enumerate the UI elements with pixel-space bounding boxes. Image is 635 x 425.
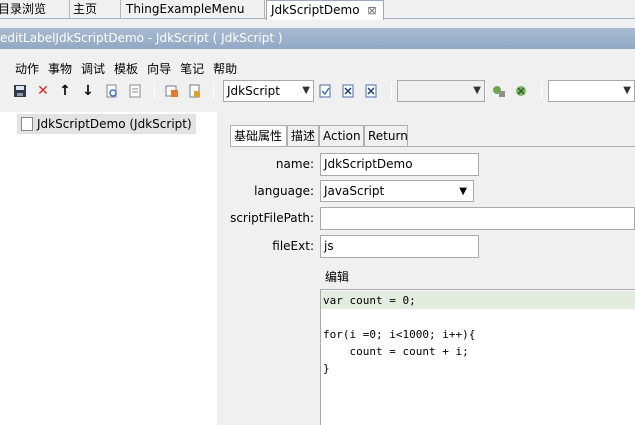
run-icon[interactable] [490, 82, 508, 100]
script-type-value: JdkScript [227, 84, 280, 98]
toolbar-separator [541, 82, 542, 100]
menu-item-wizard[interactable]: 向导 [147, 60, 171, 78]
file-ext-label: fileExt: [272, 239, 314, 253]
tab-description[interactable]: 描述 [287, 125, 319, 147]
tab-label: 主页 [73, 2, 98, 16]
tab-label: JdkScriptDemo [271, 3, 360, 17]
tab-return[interactable]: Return [364, 125, 408, 147]
file-ext-field[interactable]: js [320, 235, 479, 258]
app-window: 目录浏览 主页 ThingExampleMenu JdkScriptDemo ⊠… [0, 0, 635, 425]
toolbar-separator [391, 82, 392, 100]
delete-icon[interactable]: ✕ [34, 82, 52, 100]
menu-item-notes[interactable]: 笔记 [180, 60, 204, 78]
menu-item-action[interactable]: 动作 [15, 60, 39, 78]
tab-basic-properties[interactable]: 基础属性 [230, 125, 287, 147]
code-editor[interactable]: var count = 0; for(i =0; i<1000; i++){ c… [320, 289, 635, 425]
thing-tree: JdkScriptDemo (JdkScript) [0, 112, 217, 425]
tab-label: Return [368, 129, 408, 143]
toolbar: ✕ ↑ ↓ [0, 80, 635, 102]
toolbar-separator [154, 82, 155, 100]
tab-thing-example-menu[interactable]: ThingExampleMenu [122, 0, 265, 19]
close-tab-icon[interactable]: ⊠ [367, 4, 376, 17]
language-label: language: [254, 184, 314, 198]
window-title-bar: editLabelJdkScriptDemo - JdkScript ( Jdk… [0, 28, 635, 49]
secondary-select[interactable]: ▼ [397, 80, 485, 102]
tab-label: Action [323, 129, 361, 143]
name-value: JdkScriptDemo [324, 157, 413, 171]
tab-label: 目录浏览 [0, 2, 47, 16]
tab-label: 基础属性 [234, 129, 283, 143]
save-icon[interactable] [11, 82, 29, 100]
editor-tab-strip: 目录浏览 主页 ThingExampleMenu JdkScriptDemo ⊠ [0, 0, 635, 20]
tertiary-select[interactable]: ▼ [548, 80, 635, 102]
arrow-down-icon[interactable]: ↓ [79, 82, 97, 100]
lock-icon[interactable] [186, 82, 204, 100]
name-label: name: [275, 157, 314, 171]
code-line: } [323, 362, 330, 375]
chevron-down-icon: ▼ [473, 85, 481, 96]
tab-directory-browse[interactable]: 目录浏览 [0, 0, 70, 19]
document-icon[interactable] [126, 82, 144, 100]
chevron-down-icon: ▼ [459, 186, 467, 197]
tab-label: ThingExampleMenu [126, 2, 245, 16]
doc-edit-icon[interactable] [316, 82, 334, 100]
language-value: JavaScript [324, 184, 385, 198]
script-type-select[interactable]: JdkScript ▼ [223, 80, 314, 102]
language-select[interactable]: JavaScript ▼ [320, 180, 474, 202]
tab-panel-border [230, 146, 635, 147]
window-title: editLabelJdkScriptDemo - JdkScript ( Jdk… [0, 31, 283, 45]
file-ext-value: js [324, 239, 334, 253]
toolbar-separator [213, 82, 214, 100]
tab-label: 描述 [291, 129, 316, 143]
menu-item-help[interactable]: 帮助 [213, 60, 237, 78]
arrow-up-icon[interactable]: ↑ [56, 82, 74, 100]
chevron-down-icon: ▼ [302, 85, 310, 96]
tree-node-label: JdkScriptDemo (JdkScript) [37, 117, 192, 131]
code-line: var count = 0; [323, 294, 416, 307]
close-doc-icon[interactable] [339, 82, 357, 100]
menu-item-thing[interactable]: 事物 [48, 60, 72, 78]
menu-bar: 动作 事物 调试 模板 向导 笔记 帮助 [15, 60, 246, 78]
script-file-path-field[interactable] [320, 207, 635, 230]
toolbar-separator [485, 82, 486, 100]
code-line: count = count + i; [323, 345, 469, 358]
tab-action[interactable]: Action [319, 125, 364, 147]
editor-group-title: 编辑 [325, 270, 350, 284]
tree-node-jdkscriptdemo[interactable]: JdkScriptDemo (JdkScript) [17, 114, 196, 134]
menu-item-debug[interactable]: 调试 [81, 60, 105, 78]
search-doc-icon[interactable] [103, 82, 121, 100]
menu-item-template[interactable]: 模板 [114, 60, 138, 78]
script-file-path-label: scriptFilePath: [230, 211, 314, 225]
file-icon [21, 117, 33, 131]
tab-home[interactable]: 主页 [69, 0, 121, 19]
code-line: for(i =0; i<1000; i++){ [323, 328, 476, 341]
stop-icon[interactable] [512, 82, 530, 100]
name-field[interactable]: JdkScriptDemo [320, 153, 479, 176]
close-doc-icon-2[interactable] [362, 82, 380, 100]
tab-jdkscriptdemo[interactable]: JdkScriptDemo ⊠ [266, 0, 384, 20]
chevron-down-icon: ▼ [623, 85, 631, 96]
open-icon[interactable] [163, 82, 181, 100]
